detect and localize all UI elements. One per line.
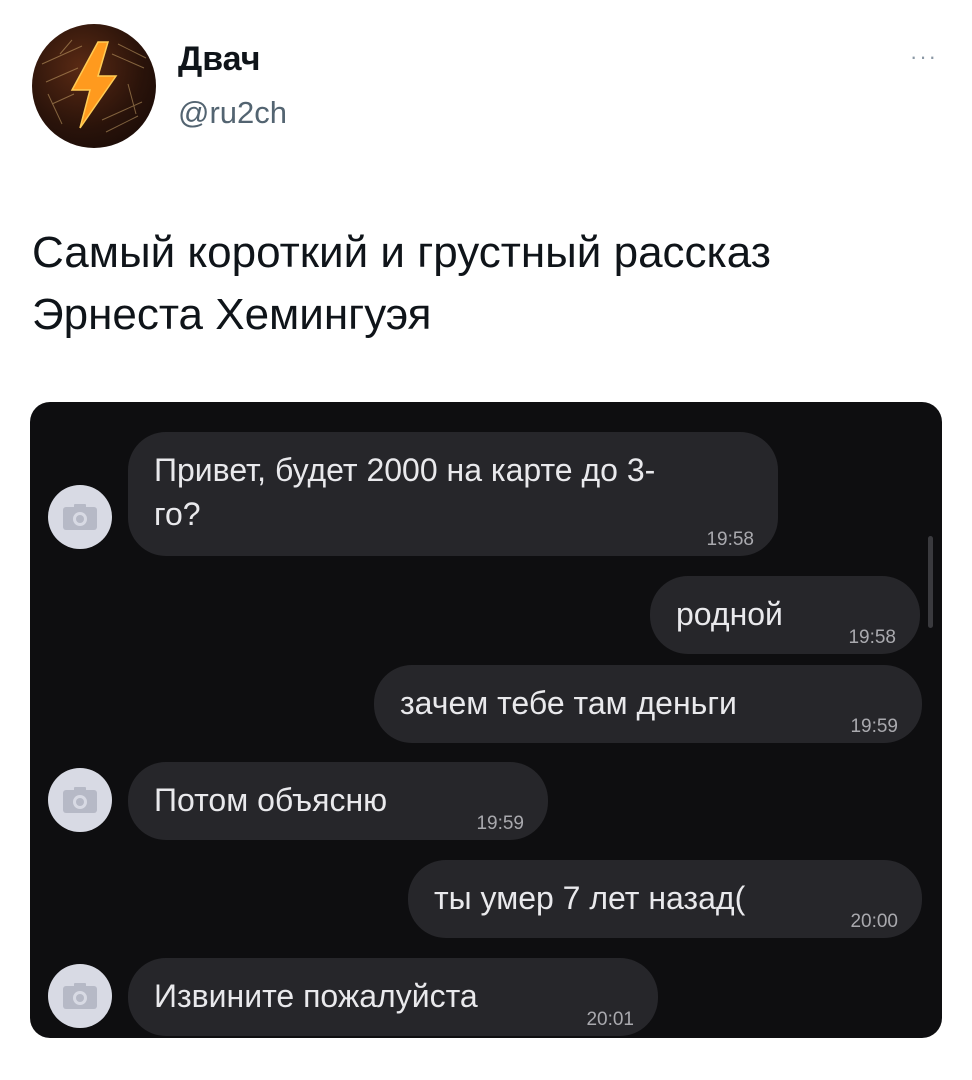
message-text: Привет, будет 2000 на карте до 3- (154, 452, 656, 488)
message-time: 19:59 (850, 716, 898, 737)
message-text: Потом объясню (154, 782, 388, 818)
message-text: родной (676, 596, 783, 632)
message-text: зачем тебе там деньги (400, 685, 737, 721)
tweet-text: Самый короткий и грустный рассказ Эрнест… (32, 222, 932, 346)
display-name[interactable]: Двач (178, 40, 260, 79)
message-time: 20:00 (850, 911, 898, 932)
camera-icon (48, 485, 112, 549)
message-bubble-incoming[interactable]: Привет, будет 2000 на карте до 3- го? 19… (128, 432, 778, 556)
user-handle[interactable]: @ru2ch (178, 95, 287, 131)
message-text: го? (154, 496, 201, 532)
tweet-text-line: Самый короткий и грустный рассказ (32, 228, 771, 277)
message-time: 19:58 (848, 627, 896, 648)
message-time: 20:01 (586, 1009, 634, 1030)
tweet-text-line: Эрнеста Хемингуэя (32, 290, 432, 339)
scrollbar (928, 536, 933, 628)
message-bubble-incoming[interactable]: Потом объясню 19:59 (128, 762, 548, 840)
message-text: Извините пожалуйста (154, 978, 478, 1014)
message-bubble-outgoing[interactable]: ты умер 7 лет назад( 20:00 (408, 860, 922, 938)
avatar-logo (41, 39, 147, 133)
camera-icon (48, 964, 112, 1028)
more-icon[interactable]: ··· (910, 44, 938, 70)
message-time: 19:59 (476, 813, 524, 834)
message-time: 19:58 (706, 529, 754, 550)
message-bubble-outgoing[interactable]: зачем тебе там деньги 19:59 (374, 665, 922, 743)
camera-icon (48, 768, 112, 832)
chat-screenshot-image[interactable]: Привет, будет 2000 на карте до 3- го? 19… (30, 402, 942, 1038)
message-text: ты умер 7 лет назад( (434, 880, 746, 916)
message-bubble-outgoing[interactable]: родной 19:58 (650, 576, 920, 654)
message-bubble-incoming[interactable]: Извините пожалуйста 20:01 (128, 958, 658, 1036)
profile-avatar[interactable] (32, 24, 156, 148)
